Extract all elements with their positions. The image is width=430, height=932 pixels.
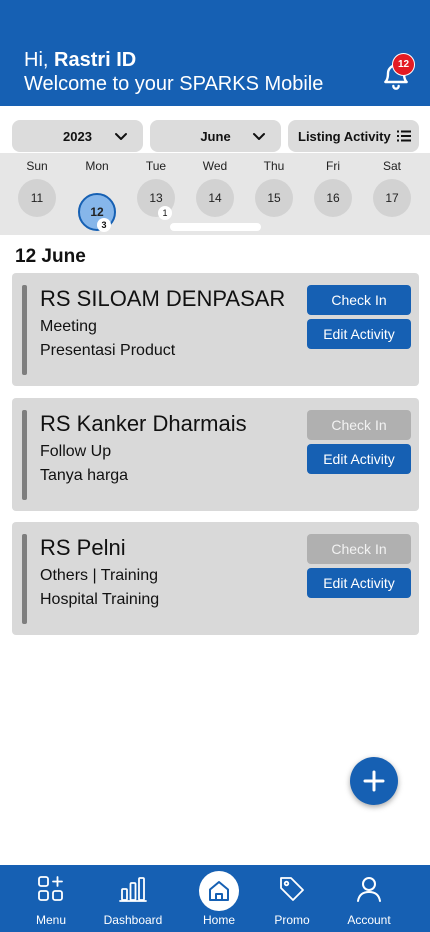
- nav-label: Promo: [274, 913, 310, 927]
- check-in-button-disabled[interactable]: Check In: [307, 534, 411, 564]
- nav-item-promo[interactable]: Promo: [254, 865, 330, 932]
- day-name: Sat: [382, 159, 401, 173]
- day-number[interactable]: 14: [196, 179, 234, 217]
- day-number-selected[interactable]: 12 3: [78, 193, 116, 232]
- nav-label: Dashboard: [103, 913, 163, 927]
- nav-item-account[interactable]: Account: [331, 865, 407, 932]
- day-number[interactable]: 15: [255, 179, 293, 217]
- day-tue[interactable]: Tue 13 1: [136, 153, 176, 220]
- card-accent-bar: [22, 534, 27, 624]
- day-sun[interactable]: Sun 11: [17, 153, 57, 217]
- plus-icon: [363, 770, 385, 792]
- day-name: Sun: [26, 159, 48, 173]
- activity-type: Others | Training: [40, 567, 158, 584]
- nav-item-menu[interactable]: Menu: [13, 865, 89, 932]
- edit-activity-button[interactable]: Edit Activity: [307, 319, 411, 349]
- card-accent-bar: [22, 285, 27, 375]
- activity-card[interactable]: RS Pelni Others | Training Hospital Trai…: [12, 522, 419, 635]
- edit-activity-button[interactable]: Edit Activity: [307, 568, 411, 598]
- check-in-button[interactable]: Check In: [307, 285, 411, 315]
- nav-label: Menu: [35, 913, 67, 927]
- day-number[interactable]: 17: [373, 179, 411, 217]
- day-name: Fri: [326, 159, 340, 173]
- activity-card[interactable]: RS SILOAM DENPASAR Meeting Presentasi Pr…: [12, 273, 419, 386]
- listing-activity-button[interactable]: Listing Activity: [288, 120, 419, 152]
- list-icon: [397, 130, 411, 142]
- welcome-text: Welcome to your SPARKS Mobile: [24, 73, 324, 95]
- chevron-down-icon: [115, 133, 127, 140]
- card-accent-bar: [22, 410, 27, 500]
- selected-date-heading: 12 June: [15, 246, 86, 267]
- day-name: Mon: [85, 159, 109, 173]
- day-name: Wed: [202, 159, 228, 173]
- activity-type: Follow Up: [40, 443, 112, 460]
- add-activity-button[interactable]: [350, 757, 398, 805]
- day-mon[interactable]: Mon 12 3: [77, 153, 117, 232]
- month-select[interactable]: June: [150, 120, 281, 152]
- home-icon: [209, 881, 229, 901]
- day-name: Thu: [263, 159, 285, 173]
- nav-item-home[interactable]: Home: [181, 865, 257, 932]
- day-fri[interactable]: Fri 16: [313, 153, 353, 217]
- activity-count-badge: 3: [97, 218, 111, 232]
- nav-label: Home: [202, 913, 235, 927]
- day-name: Tue: [145, 159, 167, 173]
- filter-bar: 2023 June Listing Activity: [0, 106, 430, 154]
- activity-count-badge: 1: [158, 206, 172, 220]
- chevron-down-icon: [253, 133, 265, 140]
- tag-icon: [280, 877, 304, 901]
- activity-description: Presentasi Product: [40, 342, 176, 359]
- nav-label: Account: [347, 913, 391, 927]
- day-number[interactable]: 16: [314, 179, 352, 217]
- activity-title: RS Kanker Dharmais: [40, 411, 247, 436]
- greeting: Hi, Rastri ID: [24, 49, 137, 71]
- activity-title: RS Pelni: [40, 535, 126, 560]
- activity-type: Meeting: [40, 318, 97, 335]
- edit-activity-button[interactable]: Edit Activity: [307, 444, 411, 474]
- year-select[interactable]: 2023: [12, 120, 143, 152]
- activity-description: Hospital Training: [40, 591, 160, 608]
- day-sat[interactable]: Sat 17: [372, 153, 412, 217]
- grid-plus-icon: [38, 876, 63, 901]
- week-strip: Sun 11 Mon 12 3 Tue 13 1 Wed 14 Thu 15 Fri…: [0, 153, 430, 235]
- check-in-button-disabled[interactable]: Check In: [307, 410, 411, 440]
- day-thu[interactable]: Thu 15: [254, 153, 294, 217]
- day-wed[interactable]: Wed 14: [195, 153, 235, 217]
- user-icon: [357, 877, 381, 902]
- nav-item-dashboard[interactable]: Dashboard: [95, 865, 171, 932]
- notification-badge: 12: [392, 53, 415, 76]
- bottom-nav: Menu Dashboard Home Promo Account: [0, 865, 430, 932]
- activity-title: RS SILOAM DENPASAR: [40, 286, 286, 311]
- activity-card[interactable]: RS Kanker Dharmais Follow Up Tanya harga…: [12, 398, 419, 511]
- app-header: Hi, Rastri ID Welcome to your SPARKS Mob…: [0, 0, 430, 106]
- day-number[interactable]: 13 1: [137, 179, 175, 220]
- user-name: Rastri ID: [54, 49, 137, 71]
- drag-handle[interactable]: [170, 223, 261, 231]
- activity-description: Tanya harga: [40, 467, 129, 484]
- day-number[interactable]: 11: [18, 179, 56, 217]
- bar-chart-icon: [119, 877, 147, 902]
- listing-activity-label: Listing Activity: [298, 128, 391, 144]
